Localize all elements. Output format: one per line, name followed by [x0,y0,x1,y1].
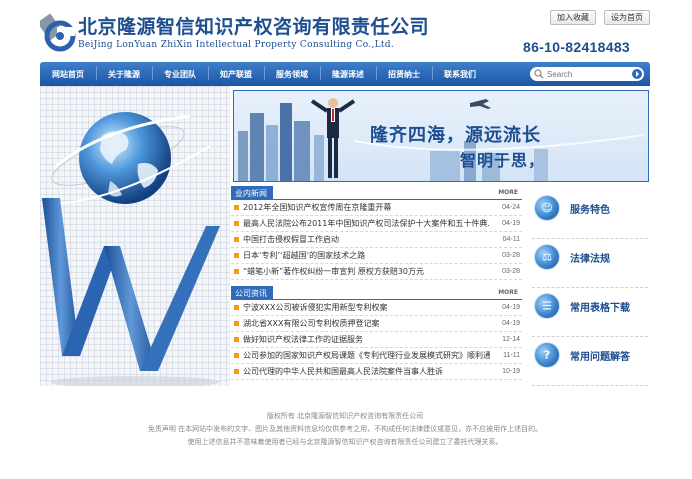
bullet-icon [234,253,239,258]
banner-slogan-2: 智明于思， [460,151,546,170]
service-link-laws[interactable]: ⚖ 法律法规 [532,239,648,288]
panel-header: 公司资讯 MORE [231,286,522,300]
search-box [530,67,644,81]
globe-ribbon-illustration [42,112,220,386]
bullet-icon [234,353,239,358]
company-name-en: BeiJing LonYuan ZhiXin Intellectual Prop… [78,40,395,50]
site-footer: 版权所有 北京隆源智信知识产权咨询有限责任公司 免责声明 在本网站中发布的文字、… [40,410,650,449]
scale-icon: ⚖ [534,244,560,270]
bullet-icon [234,369,239,374]
company-news-list: 宁波XXX公司被诉侵犯实用新型专利权案 04-19 湖北省XXX有限公司专利权质押… [231,300,522,380]
news-date: 11-11 [503,352,520,359]
service-link-faq[interactable]: ? 常用问题解答 [532,337,648,386]
nav-item-alliance[interactable]: 知产联盟 [208,65,264,80]
news-date: 03-28 [502,268,520,275]
bullet-icon [234,321,239,326]
more-link[interactable]: MORE [498,289,518,296]
service-label: 常用问题解答 [570,352,630,363]
list-item[interactable]: 最高人民法院公布2011年中国知识产权司法保护十大案件和五十件典... 04-19 [231,216,522,232]
nav-item-translation[interactable]: 隆源译述 [320,65,376,80]
more-link[interactable]: MORE [498,189,518,196]
news-date: 04-11 [502,236,520,243]
service-link-forms-download[interactable]: ☰ 常用表格下载 [532,288,648,337]
phone-number: 86-10-82418483 [523,39,630,55]
tab-company-news[interactable]: 公司资讯 [231,286,273,300]
list-item[interactable]: 做好知识产权法律工作的证据服务 12-14 [231,332,522,348]
site-header: 北京隆源智信知识产权咨询有限责任公司 BeiJing LonYuan ZhiXi… [40,8,650,58]
nav-item-contact[interactable]: 联系我们 [432,65,488,80]
service-label: 服务特色 [570,205,610,216]
list-item[interactable]: 公司代理的中华人民共和国最高人民法院案件当事人胜诉 10-19 [231,364,522,380]
company-name-cn: 北京隆源智信知识产权咨询有限责任公司 [78,16,430,38]
nav-item-services[interactable]: 服务领域 [264,65,320,80]
nav-item-team[interactable]: 专业团队 [152,65,208,80]
banner-slogan-1: 隆齐四海，源远流长 [370,125,541,146]
list-item[interactable]: 宁波XXX公司被诉侵犯实用新型专利权案 04-19 [231,300,522,316]
list-item[interactable]: “蜡笔小新”著作权纠纷一审宣判 原权方获赔30万元 03-28 [231,264,522,280]
news-date: 10-19 [502,368,520,375]
list-item[interactable]: 湖北省XXX有限公司专利权质押登记案 04-19 [231,316,522,332]
list-item[interactable]: 公司参加的国家知识产权局课题《专利代理行业发展模式研究》顺利通... 11-11 [231,348,522,364]
add-favorite-link[interactable]: 加入收藏 [550,10,596,25]
bullet-icon [234,221,239,226]
panel-header: 业内新闻 MORE [231,186,522,200]
news-date: 03-28 [502,252,520,259]
set-homepage-link[interactable]: 设为首页 [604,10,650,25]
search-icon [534,69,544,79]
news-title[interactable]: “蜡笔小新”著作权纠纷一审宣判 原权方获赔30万元 [243,266,490,277]
news-title[interactable]: 2012年全国知识产权宣传周在京隆重开幕 [243,202,490,213]
service-label: 常用表格下载 [570,303,630,314]
industry-news-list: 2012年全国知识产权宣传周在京隆重开幕 04-24 最高人民法院公布2011年中… [231,200,522,280]
news-date: 12-14 [502,336,520,343]
news-title[interactable]: 公司参加的国家知识产权局课题《专利代理行业发展模式研究》顺利通... [243,350,490,361]
company-news-panel: 公司资讯 MORE 宁波XXX公司被诉侵犯实用新型专利权案 04-19 湖北省XX… [231,286,522,380]
nav-item-home[interactable]: 网站首页 [40,69,96,80]
news-date: 04-19 [502,304,520,311]
people-icon: ☺ [534,195,560,221]
company-logo-icon[interactable] [40,12,76,52]
news-title[interactable]: 最高人民法院公布2011年中国知识产权司法保护十大案件和五十件典... [243,218,490,229]
news-title[interactable]: 湖北省XXX有限公司专利权质押登记案 [243,318,490,329]
bullet-icon [234,305,239,310]
search-submit-button[interactable] [632,69,642,79]
nav-item-careers[interactable]: 招贤纳士 [376,65,432,80]
service-link-features[interactable]: ☺ 服务特色 [532,190,648,239]
service-label: 法律法规 [570,254,610,265]
disclaimer-text-2: 使用上述信息并不意味着使用者已经与北京隆源智信知识产权咨询有限责任公司建立了委托… [187,438,503,446]
industry-news-panel: 业内新闻 MORE 2012年全国知识产权宣传周在京隆重开幕 04-24 最高人民… [231,186,522,280]
news-date: 04-24 [502,204,520,211]
news-title[interactable]: 做好知识产权法律工作的证据服务 [243,334,490,345]
hero-banner[interactable]: 隆齐四海，源远流长 智明于思， [233,90,649,182]
list-item[interactable]: 日本‘专利’‘超越国’的国家技术之路 03-28 [231,248,522,264]
copyright-text: 版权所有 北京隆源智信知识产权咨询有限责任公司 [266,412,424,420]
hero-globe-graphic [40,86,230,386]
news-title[interactable]: 中国打击侵权假冒工作启动 [243,234,490,245]
document-icon: ☰ [534,293,560,319]
bullet-icon [234,337,239,342]
news-title[interactable]: 宁波XXX公司被诉侵犯实用新型专利权案 [243,302,490,313]
services-sidebar: ☺ 服务特色 ⚖ 法律法规 ☰ 常用表格下载 ? 常用问题解答 [532,190,648,386]
news-date: 04-19 [502,320,520,327]
tab-industry-news[interactable]: 业内新闻 [231,186,273,200]
top-links: 加入收藏 设为首页 [550,10,650,25]
list-item[interactable]: 2012年全国知识产权宣传周在京隆重开幕 04-24 [231,200,522,216]
bullet-icon [234,205,239,210]
disclaimer-text: 免责声明 在本网站中发布的文字、图片及其他资料信息均仅供参考之用，不构成任何法律… [147,425,543,433]
search-input[interactable] [547,69,627,79]
main-nav: 网站首页 关于隆源 专业团队 知产联盟 服务领域 隆源译述 招贤纳士 联系我们 [40,62,650,86]
question-icon: ? [534,342,560,368]
news-date: 04-19 [502,220,520,227]
list-item[interactable]: 中国打击侵权假冒工作启动 04-11 [231,232,522,248]
nav-item-about[interactable]: 关于隆源 [96,65,152,80]
bullet-icon [234,269,239,274]
airplane-icon [470,99,491,109]
news-title[interactable]: 日本‘专利’‘超越国’的国家技术之路 [243,250,490,261]
news-title[interactable]: 公司代理的中华人民共和国最高人民法院案件当事人胜诉 [243,366,490,377]
bullet-icon [234,237,239,242]
